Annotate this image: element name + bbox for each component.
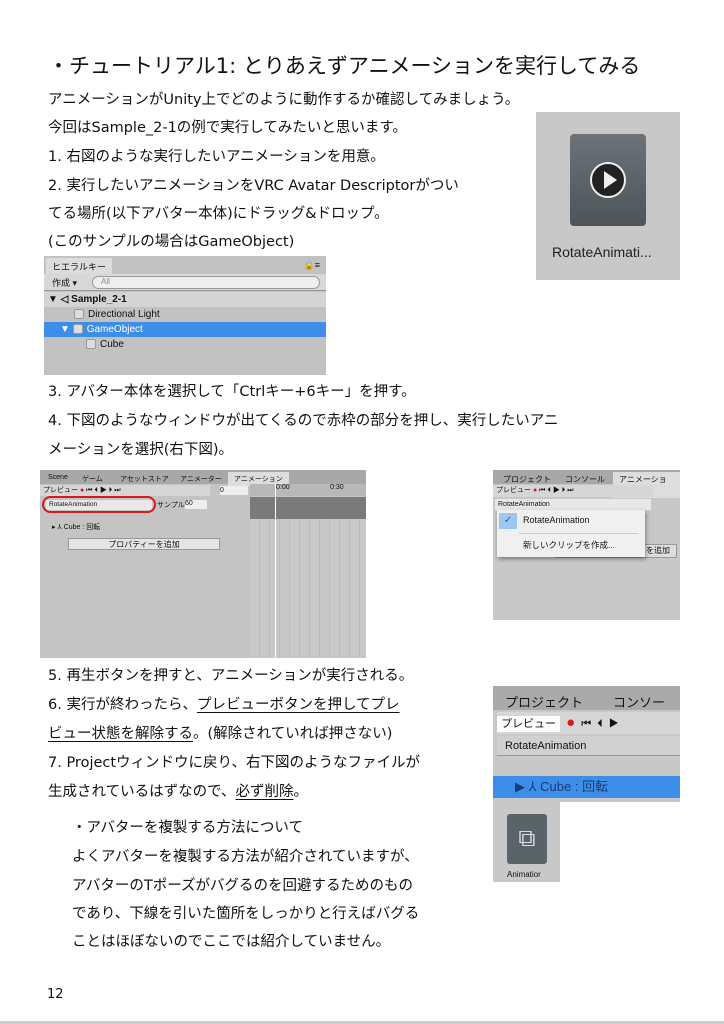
text: 生成されているはずなので、 [48, 784, 236, 800]
property-label: Cube : 回転 [540, 779, 609, 794]
add-property-button[interactable]: プロパティーを追加 [68, 538, 220, 550]
scene-row[interactable]: ▼ ◁ Sample_2-1 [44, 292, 326, 307]
step-line: 生成されているはずなので、必ず削除。 [48, 782, 308, 802]
step-line: 3. アバター本体を選択して「Ctrlキー+6キー」を押す。 [48, 384, 416, 400]
step-line: 4. 下図のようなウィンドウが出てくるので赤枠の部分を押し、実行したいアニ [48, 413, 559, 429]
tab-animator[interactable]: アニメーター [174, 472, 228, 486]
note-line: ・アバターを複製する方法について [72, 820, 303, 836]
search-input[interactable]: All [92, 276, 320, 289]
sample-field[interactable]: 60 [185, 500, 207, 509]
page-heading: ・チュートリアル1: とりあえずアニメーションを実行してみる [48, 54, 641, 78]
time-label: 0:00 [276, 484, 290, 491]
hierarchy-item[interactable]: Cube [44, 337, 326, 352]
sample-label: サンプル [157, 502, 185, 509]
check-icon: ✓ [499, 513, 517, 529]
intro-line: 今回はSample_2-1の例で実行してみたいと思います。 [48, 120, 407, 136]
intro-line: 1. 右図のような実行したいアニメーションを用意。 [48, 149, 385, 165]
playhead[interactable] [275, 484, 276, 658]
animation-clip-icon [570, 134, 646, 226]
timeline-area[interactable] [250, 519, 366, 658]
property-label: Cube : 回転 [63, 524, 101, 531]
hierarchy-window: ヒエラルキー 🔒≡ 作成 ▾ All ▼ ◁ Sample_2-1 Direct… [44, 256, 326, 375]
intro-line: 2. 実行したいアニメーションをVRC Avatar Descriptorがつい [48, 178, 459, 194]
note-line: であり、下線を引いた箇所をしっかりと行えばバグる [72, 906, 420, 922]
clip-dropdown-figure: プロジェクト コンソール アニメーション プレビュー ● ⏮ ⏴ ▶ ⏵ ⏭ R… [493, 470, 680, 620]
preview-button[interactable]: プレビュー [43, 487, 78, 494]
tab-project[interactable]: プロジェクト [499, 690, 589, 713]
page-number: 12 [47, 987, 64, 1002]
animation-asset-figure: RotateAnimati... [536, 112, 680, 280]
item-label: Directional Light [88, 309, 160, 320]
playback-toolbar: プレビュー ● ⏮ ⏴ ▶ ⏵ ⏭ [40, 485, 210, 496]
timeline-header [250, 497, 366, 519]
property-row[interactable]: ▶ ⅄ Cube : 回転 [493, 776, 680, 798]
preview-button[interactable]: プレビュー [496, 487, 531, 494]
underlined-text: ビュー状態を解除する [48, 726, 193, 742]
playback-toolbar: プレビュー ● ⏮ ⏴ ▶ [497, 712, 680, 734]
timeline-ruler: 0:00 0:30 [250, 484, 366, 496]
tab-asset-store[interactable]: アセットストア [114, 472, 175, 486]
frame-field[interactable]: 0 [220, 486, 248, 495]
scene-name: Sample_2-1 [71, 294, 127, 305]
preview-button[interactable]: プレビュー [497, 716, 560, 732]
lock-icon[interactable]: 🔒≡ [304, 260, 320, 271]
item-label: GameObject [86, 324, 143, 335]
animator-asset[interactable]: ⧉ Animatior [493, 802, 560, 882]
tab-scene[interactable]: Scene [42, 472, 74, 483]
cube-icon [72, 324, 83, 335]
step-line: ビュー状態を解除する。(解除されていれば押さない) [48, 724, 392, 744]
playback-toolbar: プレビュー ● ⏮ ⏴ ▶ ⏵ ⏭ [493, 485, 653, 497]
tab-game[interactable]: ゲーム [76, 472, 109, 486]
intro-line: (このサンプルの場合はGameObject) [48, 234, 295, 250]
record-button[interactable]: ● [533, 487, 537, 494]
step-line: メーションを選択(右下図)。 [48, 442, 234, 458]
step-line: 6. 実行が終わったら、プレビューボタンを押してプレ [48, 695, 400, 715]
animation-asset-label: RotateAnimati... [552, 244, 652, 260]
animation-window: Scene ゲーム アセットストア アニメーター アニメーション プレビュー ●… [40, 470, 366, 658]
project-window-figure: プロジェクト コンソール プレビュー ● ⏮ ⏴ ▶ RotateAnimati… [493, 686, 680, 802]
time-label: 0:30 [330, 484, 344, 491]
step-line: 7. Projectウィンドウに戻り、右下図のようなファイルが [48, 755, 420, 771]
text: 6. 実行が終わったら、 [48, 697, 197, 713]
record-button[interactable]: ● [80, 487, 84, 494]
intro-line: てる場所(以下アバター本体)にドラッグ&ドロップ。 [48, 206, 389, 222]
text: 。(解除されていれば押さない) [193, 726, 393, 742]
clip-menu: ✓ RotateAnimation 新しいクリップを作成... [497, 510, 645, 557]
step-line: 5. 再生ボタンを押すと、アニメーションが実行される。 [48, 668, 414, 684]
text: 。 [293, 784, 308, 800]
menu-item-rotate-animation[interactable]: RotateAnimation [523, 515, 590, 525]
hierarchy-item[interactable]: Directional Light [44, 307, 326, 322]
item-label: Cube [100, 339, 124, 350]
cube-icon [74, 309, 84, 320]
property-row[interactable]: ▸ ⅄ Cube : 回転 [52, 522, 100, 532]
note-line: アバターのTポーズがバグるのを回避するためのもの [72, 878, 414, 894]
clip-dropdown[interactable]: RotateAnimation [495, 499, 651, 510]
clip-dropdown[interactable]: RotateAnimation [497, 736, 680, 756]
animator-label: Animatior [507, 870, 541, 879]
tab-hierarchy[interactable]: ヒエラルキー [46, 258, 113, 274]
red-highlight [42, 496, 156, 513]
note-line: ことはほぼないのでここでは紹介していません。 [72, 934, 391, 950]
underlined-text: 必ず削除 [235, 784, 294, 800]
cube-icon [86, 339, 96, 350]
note-line: よくアバターを複製する方法が紹介されていますが、 [72, 849, 419, 865]
menu-item-new-clip[interactable]: 新しいクリップを作成... [523, 539, 615, 551]
animator-controller-icon: ⧉ [507, 814, 547, 864]
hierarchy-item-selected[interactable]: ▼ GameObject [44, 322, 326, 337]
intro-line: アニメーションがUnity上でどのように動作するか確認してみましょう。 [48, 92, 520, 108]
underlined-text: プレビューボタンを押してプレ [196, 697, 400, 713]
create-dropdown[interactable]: 作成 ▾ [52, 276, 77, 289]
record-button[interactable]: ● [566, 714, 575, 731]
